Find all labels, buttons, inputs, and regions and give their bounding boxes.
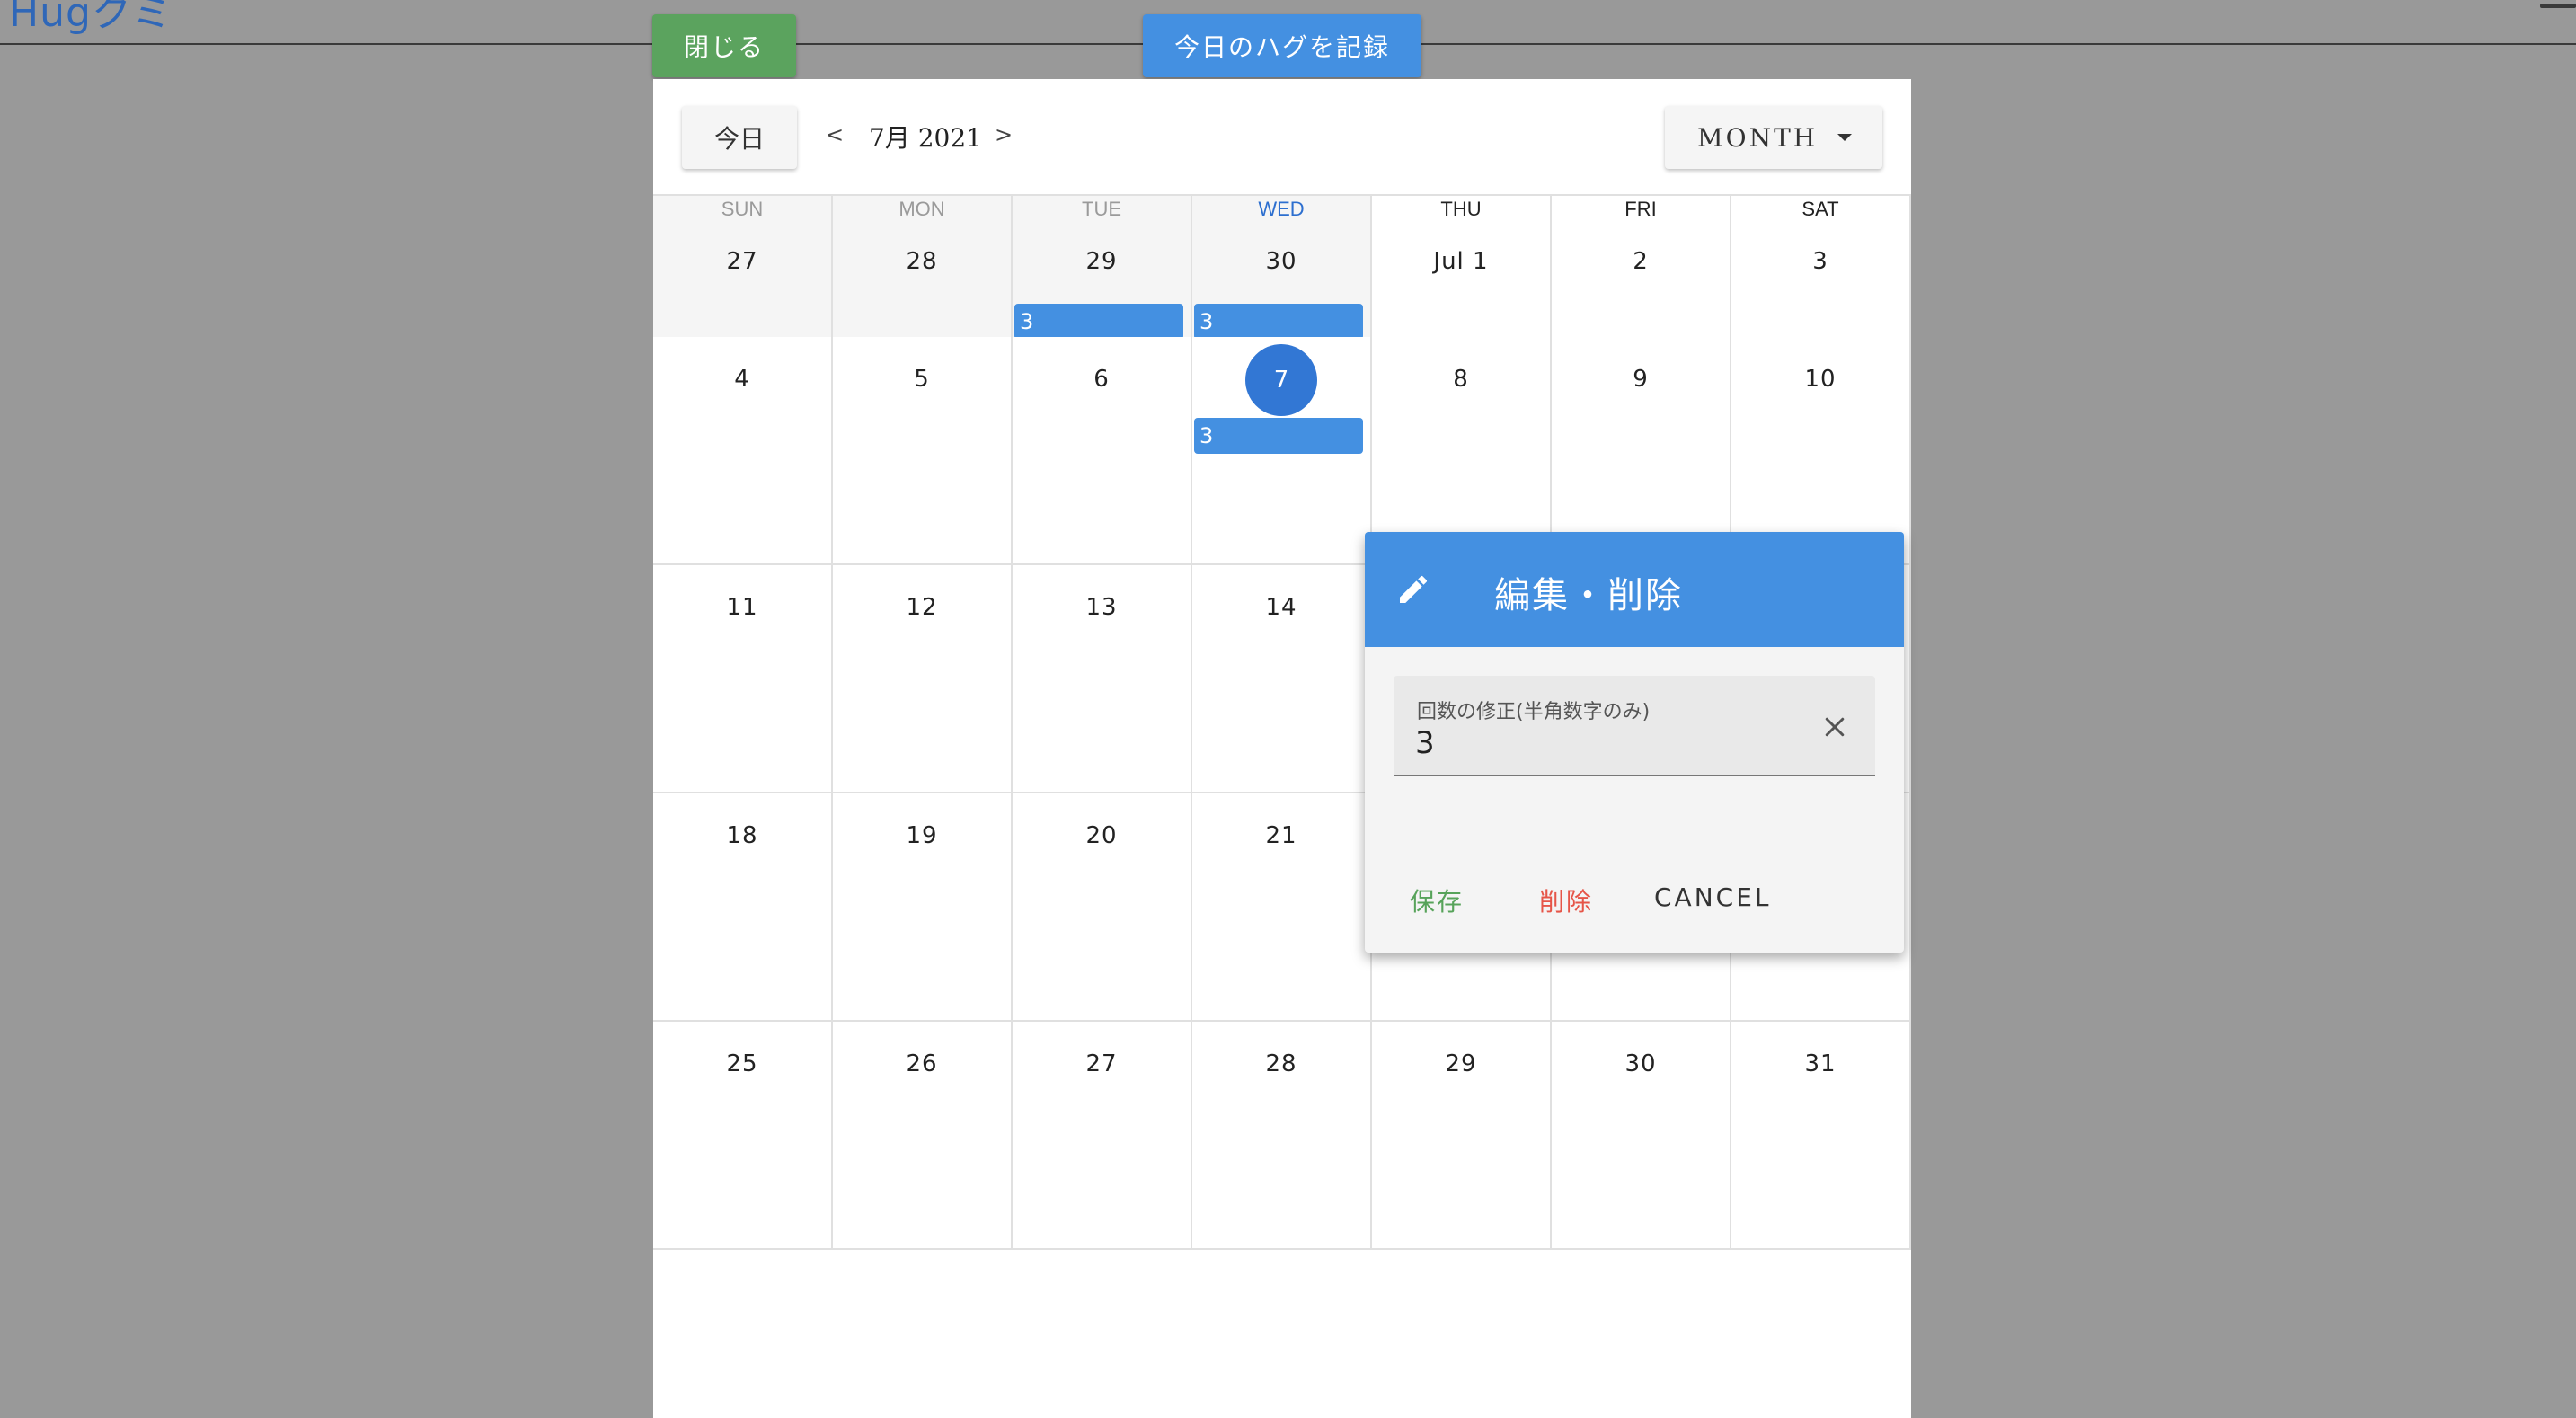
record-hug-button[interactable]: 今日のハグを記録: [1143, 14, 1421, 77]
day-number[interactable]: 25: [653, 1050, 831, 1077]
clear-icon[interactable]: [1821, 713, 1848, 740]
day-number[interactable]: 26: [833, 1050, 1011, 1077]
day-cell[interactable]: 4: [653, 337, 833, 565]
day-cell[interactable]: 29: [1372, 1022, 1552, 1250]
day-cell[interactable]: 28: [1192, 1022, 1372, 1250]
day-cell[interactable]: 14: [1192, 565, 1372, 793]
day-number[interactable]: 28: [833, 248, 1011, 275]
day-cell[interactable]: SUN 27: [653, 196, 833, 337]
day-cell[interactable]: 19: [833, 793, 1013, 1022]
count-field[interactable]: 回数の修正(半角数字のみ): [1394, 676, 1875, 776]
day-cell[interactable]: 13: [1013, 565, 1192, 793]
day-number[interactable]: 8: [1372, 366, 1550, 393]
dialog-header: 編集・削除: [1365, 532, 1904, 647]
day-number[interactable]: 30: [1192, 248, 1370, 275]
prev-month-button[interactable]: <: [826, 122, 844, 147]
day-cell[interactable]: 9: [1552, 337, 1731, 565]
dialog-title: 編集・削除: [1494, 575, 1683, 616]
day-number[interactable]: 18: [653, 822, 831, 849]
day-number[interactable]: 31: [1731, 1050, 1909, 1077]
day-number[interactable]: 27: [1013, 1050, 1191, 1077]
today-day-number[interactable]: 7: [1245, 344, 1317, 416]
day-cell[interactable]: 25: [653, 1022, 833, 1250]
day-number[interactable]: 19: [833, 822, 1011, 849]
weekday-header: FRI: [1624, 198, 1657, 220]
day-number[interactable]: 14: [1192, 594, 1370, 621]
today-button[interactable]: 今日: [682, 106, 797, 169]
day-cell[interactable]: 27: [1013, 1022, 1192, 1250]
day-number[interactable]: 13: [1013, 594, 1191, 621]
calendar-toolbar: 今日 < 7月 2021 > MONTH: [653, 79, 1911, 194]
day-cell[interactable]: SAT 3: [1731, 196, 1911, 337]
hug-event[interactable]: 3: [1194, 418, 1363, 454]
day-number[interactable]: 28: [1192, 1050, 1370, 1077]
day-number[interactable]: 21: [1192, 822, 1370, 849]
day-number[interactable]: 12: [833, 594, 1011, 621]
calendar-title: 7月 2021: [869, 123, 982, 153]
day-number[interactable]: 6: [1013, 366, 1191, 393]
day-cell[interactable]: 12: [833, 565, 1013, 793]
day-cell-today[interactable]: 7 3: [1192, 337, 1372, 565]
hamburger-menu-icon[interactable]: [2540, 0, 2576, 18]
day-cell[interactable]: 11: [653, 565, 833, 793]
weekday-header: THU: [1440, 198, 1482, 220]
save-button[interactable]: 保存: [1410, 882, 1464, 918]
day-cell[interactable]: 8: [1372, 337, 1552, 565]
app-title[interactable]: Hugクミ: [9, 0, 173, 38]
day-number[interactable]: 20: [1013, 822, 1191, 849]
close-button[interactable]: 閉じる: [652, 14, 796, 77]
day-cell[interactable]: MON 28: [833, 196, 1013, 337]
day-number[interactable]: 5: [833, 366, 1011, 393]
weekday-header: SUN: [721, 198, 764, 220]
day-number[interactable]: 2: [1552, 248, 1730, 275]
day-cell[interactable]: THU Jul 1: [1372, 196, 1552, 337]
count-field-label: 回数の修正(半角数字のみ): [1417, 701, 1651, 723]
day-cell[interactable]: 18: [653, 793, 833, 1022]
next-month-button[interactable]: >: [995, 122, 1013, 147]
day-number[interactable]: 11: [653, 594, 831, 621]
weekday-header: TUE: [1082, 198, 1121, 220]
view-type-label: MONTH: [1697, 122, 1819, 153]
delete-button[interactable]: 削除: [1539, 882, 1593, 918]
hug-event[interactable]: 3: [1014, 304, 1183, 340]
day-cell[interactable]: 5: [833, 337, 1013, 565]
cancel-button[interactable]: CANCEL: [1654, 882, 1772, 912]
day-number[interactable]: 30: [1552, 1050, 1730, 1077]
day-cell[interactable]: FRI 2: [1552, 196, 1731, 337]
weekday-header: SAT: [1801, 198, 1839, 220]
day-cell[interactable]: 10: [1731, 337, 1911, 565]
day-cell[interactable]: WED 30 3: [1192, 196, 1372, 340]
day-cell[interactable]: 30: [1552, 1022, 1731, 1250]
edit-delete-dialog: 編集・削除 回数の修正(半角数字のみ) 保存 削除 CANCEL: [1365, 532, 1904, 953]
day-cell[interactable]: 21: [1192, 793, 1372, 1022]
day-number[interactable]: 10: [1731, 366, 1909, 393]
day-number[interactable]: 3: [1731, 248, 1909, 275]
day-number[interactable]: 4: [653, 366, 831, 393]
day-number[interactable]: 27: [653, 248, 831, 275]
caret-down-icon: [1837, 134, 1852, 141]
view-type-dropdown[interactable]: MONTH: [1665, 106, 1882, 169]
day-number[interactable]: 29: [1013, 248, 1191, 275]
day-cell[interactable]: 20: [1013, 793, 1192, 1022]
day-cell[interactable]: TUE 29 3: [1013, 196, 1192, 340]
day-cell[interactable]: 31: [1731, 1022, 1911, 1250]
pencil-icon: [1400, 575, 1428, 603]
day-number[interactable]: 29: [1372, 1050, 1550, 1077]
day-number[interactable]: Jul 1: [1372, 248, 1550, 275]
count-input[interactable]: [1415, 722, 1793, 764]
day-number[interactable]: 9: [1552, 366, 1730, 393]
day-cell[interactable]: 26: [833, 1022, 1013, 1250]
hug-event[interactable]: 3: [1194, 304, 1363, 340]
day-cell[interactable]: 6: [1013, 337, 1192, 565]
weekday-header: MON: [899, 198, 945, 220]
weekday-header: WED: [1258, 198, 1305, 220]
